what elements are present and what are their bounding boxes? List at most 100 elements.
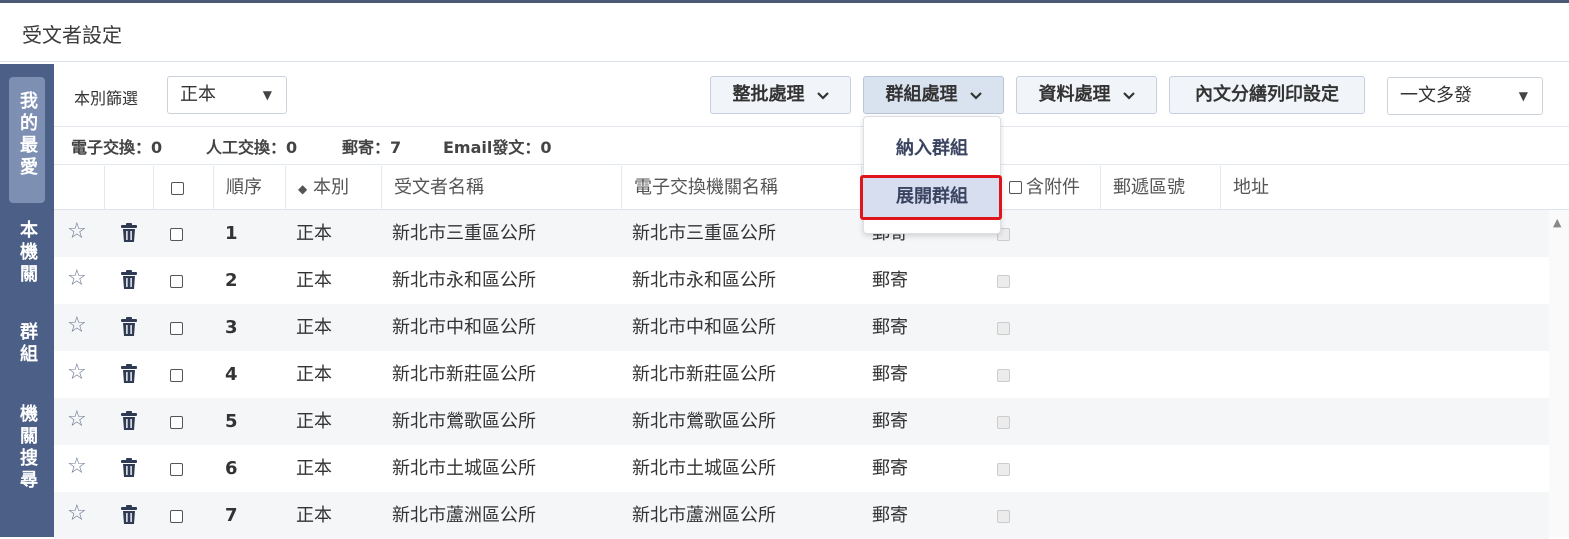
table-row[interactable]: ☆ 6 正本 新北市土城區公所 新北市土城區公所 郵寄 — [54, 445, 1549, 492]
row-method: 郵寄 — [872, 317, 908, 338]
table-row[interactable]: ☆1正本新北市三重區公所新北市三重區公所郵寄 — [54, 210, 1549, 257]
row-select-checkbox[interactable] — [170, 228, 183, 241]
row-agency: 新北市中和區公所 — [632, 317, 776, 338]
tab-own-agency-label: 本機關 — [17, 220, 38, 286]
row-agency: 新北市永和區公所 — [632, 270, 776, 291]
toolbar: 本別篩選 正本 ▼ 整批處理 群組處理 資料處理 內文分繕列印設定 一文多發 ▼ — [54, 64, 1569, 127]
header-attach-col[interactable]: 含附件 — [1000, 166, 1100, 210]
row-select-checkbox[interactable] — [170, 416, 183, 429]
dispatch-mode-value: 一文多發 — [1400, 85, 1472, 106]
menu-item-add-to-group[interactable]: 納入群組 — [864, 129, 1000, 169]
row-name: 新北市土城區公所 — [392, 458, 536, 479]
row-order: 4 — [225, 364, 238, 385]
row-type: 正本 — [296, 317, 332, 338]
row-method: 郵寄 — [872, 458, 908, 479]
group-process-button[interactable]: 群組處理 — [863, 76, 1004, 114]
table-row[interactable]: ☆ 4 正本 新北市新莊區公所 新北市新莊區公所 郵寄 — [54, 351, 1549, 398]
highlight-box — [860, 175, 1002, 220]
dispatch-mode-select[interactable]: 一文多發 ▼ — [1387, 77, 1543, 115]
attach-all-checkbox[interactable] — [1009, 181, 1022, 194]
trash-icon[interactable] — [120, 317, 138, 341]
trash-icon[interactable] — [120, 223, 138, 247]
header-agency[interactable]: 電子交換機關名稱 — [621, 166, 861, 210]
star-outline-icon[interactable]: ☆ — [67, 455, 87, 479]
star-outline-icon[interactable]: ☆ — [67, 408, 87, 432]
trash-icon[interactable] — [120, 364, 138, 388]
row-order: 5 — [225, 411, 238, 432]
dialog-titlebar: 受文者設定 — [0, 3, 1569, 62]
row-method: 郵寄 — [872, 411, 908, 432]
header-zip[interactable]: 郵遞區號 — [1100, 166, 1220, 210]
tab-own-agency[interactable]: 本機關 — [9, 220, 45, 310]
header-type-col[interactable]: ◆ 本別 — [285, 166, 381, 210]
vertical-scrollbar[interactable]: ▲ — [1549, 210, 1569, 537]
header-trash-col — [104, 166, 153, 210]
header-address[interactable]: 地址 — [1220, 166, 1569, 210]
trash-icon[interactable] — [120, 505, 138, 529]
print-settings-button[interactable]: 內文分繕列印設定 — [1169, 76, 1365, 114]
data-process-button[interactable]: 資料處理 — [1016, 76, 1157, 114]
table-row[interactable]: ☆ 2 正本 新北市永和區公所 新北市永和區公所 郵寄 — [54, 257, 1549, 304]
trash-icon[interactable] — [120, 270, 138, 294]
batch-process-label: 整批處理 — [732, 84, 805, 105]
filter-select[interactable]: 正本 ▼ — [167, 76, 287, 114]
row-attach-checkbox — [997, 463, 1010, 476]
row-order: 3 — [225, 317, 238, 338]
tab-favorites[interactable]: 我的最愛 — [9, 77, 45, 203]
table-header: 順序 ◆ 本別 受文者名稱 電子交換機關名稱 含附件 郵遞區號 地址 — [54, 166, 1569, 210]
table-row[interactable]: ☆ 3 正本 新北市中和區公所 新北市中和區公所 郵寄 — [54, 304, 1549, 351]
trash-icon[interactable] — [120, 411, 138, 435]
caret-down-icon: ▼ — [1518, 89, 1528, 103]
scroll-up-icon[interactable]: ▲ — [1553, 216, 1561, 229]
row-attach-checkbox — [997, 510, 1010, 523]
row-agency: 新北市蘆洲區公所 — [632, 505, 776, 526]
row-order: 1 — [225, 223, 238, 244]
table-row[interactable]: ☆ 5 正本 新北市鶯歌區公所 新北市鶯歌區公所 郵寄 — [54, 398, 1549, 445]
select-all-checkbox[interactable] — [171, 182, 184, 195]
side-navigation: 我的最愛 本機關 群組 機關搜尋 — [0, 64, 54, 537]
star-outline-icon[interactable]: ☆ — [67, 314, 87, 338]
row-type: 正本 — [296, 364, 332, 385]
row-select-checkbox[interactable] — [170, 463, 183, 476]
batch-process-button[interactable]: 整批處理 — [710, 76, 851, 114]
tab-groups-label: 群組 — [17, 322, 38, 366]
star-outline-icon[interactable]: ☆ — [67, 361, 87, 385]
row-type: 正本 — [296, 270, 332, 291]
row-select-checkbox[interactable] — [170, 322, 183, 335]
star-outline-icon[interactable]: ☆ — [67, 220, 87, 244]
row-attach-checkbox — [997, 322, 1010, 335]
trash-icon[interactable] — [120, 458, 138, 482]
star-outline-icon[interactable]: ☆ — [67, 267, 87, 291]
tab-agency-search[interactable]: 機關搜尋 — [9, 404, 45, 514]
mail-count: 郵寄：7 — [342, 138, 402, 157]
row-type: 正本 — [296, 458, 332, 479]
sort-icon: ◆ — [298, 182, 308, 196]
filter-select-value: 正本 — [180, 84, 216, 105]
row-order: 2 — [225, 270, 238, 291]
row-name: 新北市三重區公所 — [392, 223, 536, 244]
header-type: 本別 — [312, 177, 349, 198]
row-select-checkbox[interactable] — [170, 510, 183, 523]
manual-count: 人工交換：0 — [206, 138, 298, 157]
row-select-checkbox[interactable] — [170, 275, 183, 288]
row-method: 郵寄 — [872, 364, 908, 385]
data-process-label: 資料處理 — [1038, 84, 1111, 105]
header-attach: 含附件 — [1026, 177, 1080, 198]
header-order[interactable]: 順序 — [213, 166, 285, 210]
email-count: Email發文：0 — [443, 138, 552, 157]
row-agency: 新北市土城區公所 — [632, 458, 776, 479]
header-name[interactable]: 受文者名稱 — [381, 166, 621, 210]
row-select-checkbox[interactable] — [170, 369, 183, 382]
row-order: 7 — [225, 505, 238, 526]
row-attach-checkbox — [997, 416, 1010, 429]
row-attach-checkbox — [997, 275, 1010, 288]
tab-groups[interactable]: 群組 — [9, 322, 45, 392]
page-title: 受文者設定 — [22, 23, 122, 47]
row-agency: 新北市新莊區公所 — [632, 364, 776, 385]
tab-favorites-label: 我的最愛 — [17, 91, 38, 179]
table-row[interactable]: ☆ 7 正本 新北市蘆洲區公所 新北市蘆洲區公所 郵寄 — [54, 492, 1549, 539]
star-outline-icon[interactable]: ☆ — [67, 502, 87, 526]
filter-label: 本別篩選 — [74, 89, 139, 108]
tab-agency-search-label: 機關搜尋 — [17, 404, 38, 492]
row-name: 新北市新莊區公所 — [392, 364, 536, 385]
